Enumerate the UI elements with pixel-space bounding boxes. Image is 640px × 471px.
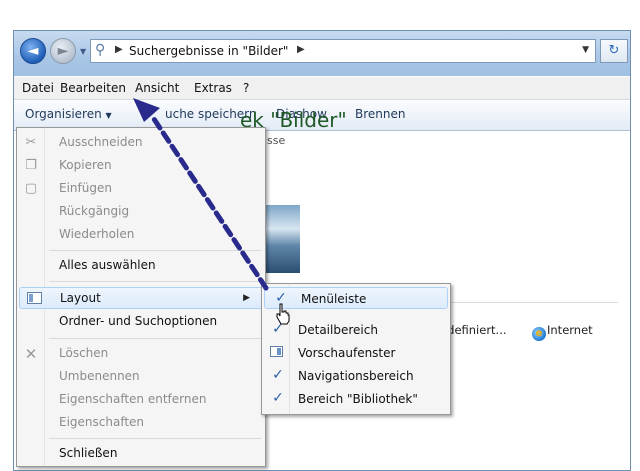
menu-separator <box>49 281 261 282</box>
scissors-icon: ✂ <box>25 135 37 150</box>
menu-bearbeiten[interactable]: Bearbeiten <box>60 81 126 95</box>
forward-arrow-icon: ► <box>57 43 69 59</box>
submenu-item-label: Vorschaufenster <box>298 346 396 360</box>
menu-separator <box>49 438 261 439</box>
menu-item-label: Ausschneiden <box>59 135 143 149</box>
paste-icon: ▢ <box>24 181 38 196</box>
internet-item[interactable]: e Internet <box>532 323 593 341</box>
menu-item-label: Löschen <box>59 346 109 360</box>
menu-item-label: Eigenschaften entfernen <box>59 392 207 406</box>
menu-item-layout[interactable]: Layout ▶ <box>19 287 263 309</box>
menu-item-label: Schließen <box>59 446 118 460</box>
refresh-icon: ↻ <box>608 43 620 58</box>
address-dropdown-icon[interactable]: ▼ <box>582 45 589 55</box>
menu-item-paste[interactable]: ▢ Einfügen <box>17 178 265 200</box>
menu-item-label: Layout <box>60 291 101 305</box>
submenu-item-label: Menüleiste <box>301 292 367 306</box>
title-bar: ◄ ► ▼ ⚲ ▶ Suchergebnisse in "Bilder" ▶ ▼… <box>14 31 630 76</box>
address-text[interactable]: Suchergebnisse in "Bilder" <box>129 44 288 58</box>
library-subtitle: isse <box>264 134 286 147</box>
preview-pane-icon <box>270 346 283 357</box>
menu-item-undo[interactable]: Rückgängig <box>17 201 265 223</box>
submenu-item-label: Navigationsbereich <box>298 369 414 383</box>
menu-item-select-all[interactable]: Alles auswählen <box>17 255 265 277</box>
menu-bar: Datei Bearbeiten Ansicht Extras ? <box>14 77 630 100</box>
submenu-item-label: Detailbereich <box>298 323 378 337</box>
recent-pages-dropdown[interactable]: ▼ <box>80 47 86 56</box>
menu-item-folder-options[interactable]: Ordner- und Suchoptionen <box>17 311 265 333</box>
refresh-button[interactable]: ↻ <box>600 39 628 63</box>
menu-item-close[interactable]: Schließen <box>17 443 265 465</box>
menu-item-label: Eigenschaften <box>59 415 145 429</box>
menu-item-label: Kopieren <box>59 158 112 172</box>
delete-x-icon: ✕ <box>24 345 38 363</box>
menu-item-label: Umbenennen <box>59 369 140 383</box>
menu-item-delete[interactable]: ✕ Löschen <box>17 343 265 365</box>
internet-label: Internet <box>547 323 593 337</box>
copy-icon: ❐ <box>25 158 37 173</box>
menu-item-label: Rückgängig <box>59 204 130 218</box>
submenu-item-preview-pane[interactable]: Vorschaufenster <box>262 342 450 364</box>
submenu-item-library-pane[interactable]: ✓ Bereich "Bibliothek" <box>262 388 450 410</box>
menu-separator <box>49 338 261 339</box>
forward-button[interactable]: ► <box>50 38 76 64</box>
submenu-arrow-icon: ▶ <box>243 293 250 303</box>
burn-button[interactable]: Brennen <box>355 107 405 121</box>
menu-item-copy[interactable]: ❐ Kopieren <box>17 155 265 177</box>
back-button[interactable]: ◄ <box>20 38 46 64</box>
menu-item-label: Alles auswählen <box>59 258 156 272</box>
breadcrumb-chevron-icon[interactable]: ▶ <box>115 44 123 55</box>
checkmark-icon: ✓ <box>272 367 284 383</box>
menu-item-cut[interactable]: ✂ Ausschneiden <box>17 132 265 154</box>
menu-separator <box>49 250 261 251</box>
organize-menu: ✂ Ausschneiden ❐ Kopieren ▢ Einfügen Rüc… <box>16 127 266 467</box>
menu-extras[interactable]: Extras <box>194 81 232 95</box>
menu-item-redo[interactable]: Wiederholen <box>17 224 265 246</box>
menu-datei[interactable]: Datei <box>22 81 54 95</box>
submenu-item-menubar[interactable]: ✓ Menüleiste <box>264 287 448 309</box>
back-arrow-icon: ◄ <box>27 43 39 59</box>
breadcrumb-chevron-icon[interactable]: ▶ <box>297 44 305 55</box>
screenshot-frame: ◄ ► ▼ ⚲ ▶ Suchergebnisse in "Bilder" ▶ ▼… <box>0 0 640 471</box>
mouse-cursor-icon <box>276 303 290 325</box>
menu-help[interactable]: ? <box>243 81 249 95</box>
chevron-down-icon: ▼ <box>105 111 112 120</box>
organize-button[interactable]: Organisieren ▼ <box>25 107 112 121</box>
menu-item-rename[interactable]: Umbenennen <box>17 366 265 388</box>
menu-item-remove-properties[interactable]: Eigenschaften entfernen <box>17 389 265 411</box>
submenu-item-navigation-pane[interactable]: ✓ Navigationsbereich <box>262 365 450 387</box>
checkmark-icon: ✓ <box>272 390 284 406</box>
menu-item-label: Wiederholen <box>59 227 135 241</box>
menu-item-label: Einfügen <box>59 181 112 195</box>
submenu-item-label: Bereich "Bibliothek" <box>298 392 418 406</box>
organize-label: Organisieren <box>25 107 102 121</box>
search-icon: ⚲ <box>95 42 106 58</box>
address-bar[interactable]: ⚲ ▶ Suchergebnisse in "Bilder" ▶ ▼ <box>90 39 596 63</box>
menu-ansicht[interactable]: Ansicht <box>135 81 179 95</box>
menu-item-properties[interactable]: Eigenschaften <box>17 412 265 434</box>
menu-item-label: Ordner- und Suchoptionen <box>59 314 218 328</box>
layout-icon <box>27 292 42 304</box>
internet-explorer-icon: e <box>532 327 546 341</box>
